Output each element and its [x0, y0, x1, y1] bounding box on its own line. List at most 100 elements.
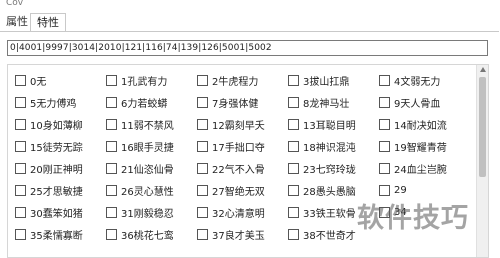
trait-checkbox[interactable] — [106, 184, 117, 196]
trait-checkbox[interactable] — [379, 184, 390, 196]
trait-checkbox[interactable] — [15, 74, 26, 86]
trait-checkbox[interactable] — [197, 184, 208, 196]
trait-item[interactable]: 0无 — [15, 73, 46, 88]
trait-item[interactable]: 10身如薄柳 — [15, 117, 83, 132]
trait-checkbox[interactable] — [379, 96, 390, 108]
trait-label: 8龙神马壮 — [303, 98, 350, 110]
trait-item[interactable]: 32心清意明 — [197, 205, 265, 220]
trait-label: 9天人骨血 — [394, 98, 441, 110]
trait-label: 23七窍玲珑 — [303, 164, 356, 176]
trait-item[interactable]: 3拔山扛鼎 — [288, 73, 349, 88]
trait-item[interactable]: 30蠢笨如猪 — [15, 205, 83, 220]
trait-label: 10身如薄柳 — [30, 120, 83, 132]
trait-checkbox[interactable] — [288, 74, 299, 86]
trait-item[interactable]: 35柔懦寡断 — [15, 227, 83, 242]
trait-item[interactable]: 7身强体健 — [197, 95, 259, 110]
trait-item[interactable]: 17手拙口夺 — [197, 139, 265, 154]
trait-item[interactable]: 18神识混沌 — [288, 139, 356, 154]
trait-item[interactable]: 4文弱无力 — [379, 73, 440, 88]
trait-checkbox[interactable] — [15, 140, 26, 152]
scrollbar-thumb[interactable] — [479, 77, 486, 177]
trait-item[interactable]: 16眼手灵捷 — [106, 139, 174, 154]
trait-item[interactable]: 1孔武有力 — [106, 73, 168, 88]
trait-checkbox[interactable] — [379, 74, 390, 86]
trait-item[interactable]: 26灵心慧性 — [106, 183, 174, 198]
trait-checkbox[interactable] — [197, 206, 208, 218]
trait-item[interactable]: 20刚正神明 — [15, 161, 83, 176]
trait-checkbox[interactable] — [15, 228, 26, 240]
trait-checkbox[interactable] — [106, 118, 117, 130]
trait-label: 30蠢笨如猪 — [30, 208, 83, 220]
trait-label: 1孔武有力 — [121, 76, 168, 88]
trait-checkbox[interactable] — [288, 96, 299, 108]
trait-label: 6力若蛟蟒 — [121, 98, 168, 110]
tab-traits[interactable]: 特性 — [30, 13, 66, 33]
trait-checkbox[interactable] — [106, 140, 117, 152]
trait-checkbox[interactable] — [15, 118, 26, 130]
trait-item[interactable]: 19智耀青荷 — [379, 139, 447, 154]
trait-label: 26灵心慧性 — [121, 186, 174, 198]
scroll-up-icon[interactable] — [480, 67, 486, 72]
tab-attributes[interactable]: 属性 — [0, 13, 34, 31]
trait-item[interactable]: 29 — [379, 183, 407, 197]
trait-checkbox[interactable] — [197, 140, 208, 152]
trait-checkbox[interactable] — [15, 206, 26, 218]
trait-item[interactable]: 15徒劳无踪 — [15, 139, 83, 154]
trait-checkbox[interactable] — [15, 162, 26, 174]
trait-checkbox[interactable] — [288, 140, 299, 152]
trait-item[interactable]: 27智绝无双 — [197, 183, 265, 198]
trait-checkbox[interactable] — [15, 184, 26, 196]
trait-item[interactable]: 9天人骨血 — [379, 95, 441, 110]
trait-label: 21仙恣仙骨 — [121, 164, 174, 176]
trait-checkbox[interactable] — [288, 162, 299, 174]
trait-label: 7身强体健 — [212, 98, 259, 110]
window-title: Cov — [6, 0, 24, 8]
trait-checkbox[interactable] — [106, 228, 117, 240]
trait-item[interactable]: 22气不入骨 — [197, 161, 265, 176]
trait-id-input[interactable]: 0|4001|9997|3014|2010|121|116|74|139|126… — [7, 40, 488, 56]
trait-label: 19智耀青荷 — [394, 142, 447, 154]
trait-checkbox[interactable] — [106, 96, 117, 108]
trait-item[interactable]: 13耳聪目明 — [288, 117, 356, 132]
trait-item[interactable]: 36桃花七鸾 — [106, 227, 174, 242]
trait-item[interactable]: 33铁王软骨 — [288, 205, 356, 220]
trait-item[interactable]: 31刚毅稳忍 — [106, 205, 174, 220]
trait-checkbox[interactable] — [379, 118, 390, 130]
trait-item[interactable]: 25才思敏捷 — [15, 183, 83, 198]
trait-checkbox[interactable] — [15, 96, 26, 108]
trait-item[interactable]: 12霸刻早夭 — [197, 117, 265, 132]
trait-item[interactable]: 8龙神马壮 — [288, 95, 350, 110]
trait-checkbox[interactable] — [197, 162, 208, 174]
trait-checkbox[interactable] — [288, 206, 299, 218]
trait-checkbox[interactable] — [197, 228, 208, 240]
trait-checkbox[interactable] — [106, 162, 117, 174]
trait-item[interactable]: 14耐决如流 — [379, 117, 447, 132]
trait-checkbox[interactable] — [197, 96, 208, 108]
trait-label: 28愚头愚脑 — [303, 186, 356, 198]
trait-checkbox[interactable] — [288, 118, 299, 130]
trait-checkbox[interactable] — [379, 140, 390, 152]
trait-label: 36桃花七鸾 — [121, 230, 174, 242]
trait-item[interactable]: 38不世奇才 — [288, 227, 356, 242]
vertical-scrollbar[interactable] — [476, 65, 488, 257]
trait-checkbox[interactable] — [106, 74, 117, 86]
trait-checkbox[interactable] — [288, 228, 299, 240]
trait-checkbox[interactable] — [197, 118, 208, 130]
trait-checkbox[interactable] — [197, 74, 208, 86]
trait-item[interactable]: 6力若蛟蟒 — [106, 95, 168, 110]
trait-checkbox[interactable] — [379, 162, 390, 174]
trait-checkbox[interactable] — [288, 184, 299, 196]
trait-item[interactable]: 23七窍玲珑 — [288, 161, 356, 176]
trait-item[interactable]: 24血尘岂腕 — [379, 161, 447, 176]
trait-item[interactable]: 28愚头愚脑 — [288, 183, 356, 198]
trait-item[interactable]: 2牛虎程力 — [197, 73, 258, 88]
trait-item[interactable]: 21仙恣仙骨 — [106, 161, 174, 176]
tab-bar: 属性 特性 — [0, 13, 500, 33]
trait-item[interactable]: 11弱不禁风 — [106, 117, 174, 132]
trait-item[interactable]: 5无力傅鸡 — [15, 95, 76, 110]
trait-label: 15徒劳无踪 — [30, 142, 83, 154]
window-top-strip: Cov — [0, 0, 500, 13]
trait-item[interactable]: 37良才美玉 — [197, 227, 265, 242]
trait-checkbox[interactable] — [106, 206, 117, 218]
trait-label: 25才思敏捷 — [30, 186, 83, 198]
